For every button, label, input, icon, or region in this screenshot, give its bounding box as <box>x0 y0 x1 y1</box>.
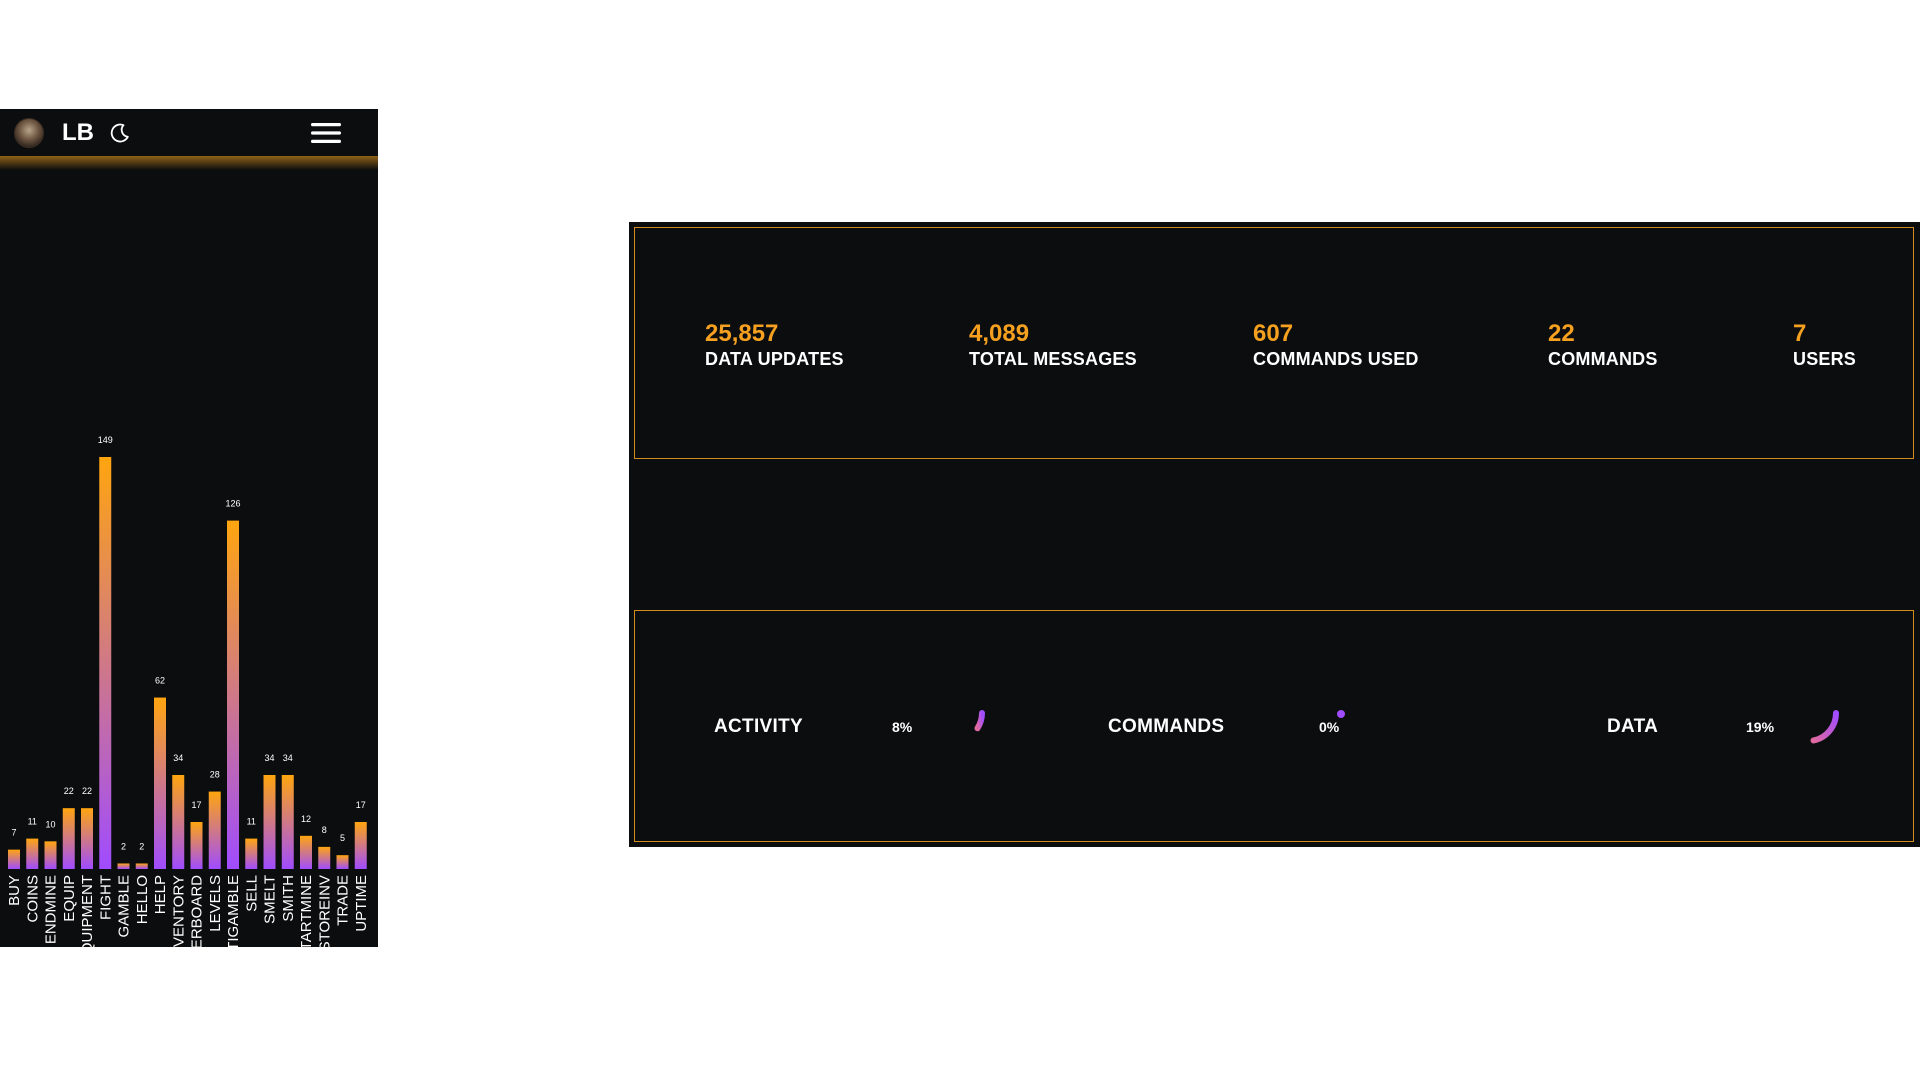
bar-value-label: 2 <box>139 841 144 851</box>
chart-bar[interactable] <box>281 774 294 869</box>
progress-gauge-activity <box>974 710 985 732</box>
category-label: INVENTORY <box>170 875 187 947</box>
chart-bar[interactable] <box>300 835 312 869</box>
bar-value-label: 17 <box>191 800 201 810</box>
category-label: SELL <box>243 875 260 912</box>
category-label: GAMBLE <box>116 875 133 938</box>
progress-gauge-data <box>1810 710 1839 744</box>
dashboard-panel: 25,857 DATA UPDATES 4,089 TOTAL MESSAGES… <box>629 222 1920 847</box>
chart-bar[interactable] <box>336 855 349 869</box>
stat-value: 25,857 <box>705 320 779 347</box>
top-navbar: LB <box>0 109 378 157</box>
category-label: EQUIP <box>61 875 78 922</box>
chart-bar[interactable] <box>117 863 130 869</box>
stat-value: 4,089 <box>969 320 1030 347</box>
stat-value: 7 <box>1793 320 1807 347</box>
category-label: UPTIME <box>353 875 370 932</box>
progress-card: ACTIVITY 8% COMMANDS 0% DATA 19% <box>634 610 1914 842</box>
bar-value-label: 8 <box>322 825 327 835</box>
category-label: FIGHT <box>97 875 114 920</box>
category-label: STARTMINE <box>298 875 315 947</box>
bar-value-label: 28 <box>210 770 220 780</box>
chart-bar[interactable] <box>318 846 331 869</box>
progress-gauge-commands <box>1337 710 1345 718</box>
chart-bar[interactable] <box>44 841 57 869</box>
stat-data-updates: 25,857 DATA UPDATES <box>705 320 844 370</box>
gauge-arc <box>974 710 985 732</box>
app-title: LB <box>62 119 94 146</box>
progress-label-data: DATA <box>1607 716 1659 737</box>
category-label: HELP <box>152 875 169 914</box>
bar-value-label: 10 <box>45 819 55 829</box>
chart-bar[interactable] <box>354 821 367 869</box>
bar-value-label: 149 <box>98 435 113 445</box>
bar-value-label: 17 <box>356 800 366 810</box>
stat-label: TOTAL MESSAGES <box>969 349 1137 369</box>
chart-bar[interactable] <box>62 808 75 869</box>
stat-commands-used: 607 COMMANDS USED <box>1253 320 1419 370</box>
chart-bar[interactable] <box>81 808 93 869</box>
chart-bar[interactable] <box>8 849 20 869</box>
bar-value-label: 5 <box>340 833 345 843</box>
bar-value-label: 34 <box>283 753 293 763</box>
progress-label-commands: COMMANDS <box>1108 716 1225 737</box>
bar-value-label: 34 <box>264 753 274 763</box>
commands-bar-chart: 7BUY11COINS10ENDMINE22EQUIP22EQUIPMENT14… <box>6 435 370 947</box>
category-label: SMITH <box>280 875 297 922</box>
chart-bar[interactable] <box>208 791 221 869</box>
chart-bar[interactable] <box>172 774 185 869</box>
bar-value-label: 7 <box>11 828 16 838</box>
stat-value: 607 <box>1253 320 1294 347</box>
category-label: EQUIPMENT <box>79 875 96 947</box>
bar-value-label: 22 <box>82 786 92 796</box>
moon-icon[interactable] <box>108 121 132 145</box>
gauge-dot <box>1337 710 1345 718</box>
category-label: LEVELS <box>207 875 224 932</box>
bar-value-label: 2 <box>121 841 126 851</box>
stat-commands: 22 COMMANDS <box>1548 320 1658 370</box>
mobile-panel: LB 7 BUY 11 COINS 10 ENDMINE 22 EQUIP 22 EQUIPMEN… <box>0 109 378 947</box>
gauge-arc <box>1810 710 1839 744</box>
bar-value-label: 22 <box>64 786 74 796</box>
category-label: TRADE <box>335 875 352 926</box>
bar-value-label: 12 <box>301 814 311 824</box>
avatar[interactable] <box>14 118 44 148</box>
category-label: HELLO <box>134 875 151 924</box>
chart-bar[interactable] <box>99 457 112 869</box>
bar-value-label: 11 <box>28 817 37 827</box>
category-label: LEADERBOARD <box>189 875 206 947</box>
stat-value: 22 <box>1548 320 1575 347</box>
stats-card: 25,857 DATA UPDATES 4,089 TOTAL MESSAGES… <box>634 227 1914 459</box>
chart-bar[interactable] <box>26 838 39 869</box>
stat-label: COMMANDS <box>1548 349 1658 369</box>
chart-bar[interactable] <box>135 863 148 869</box>
category-label: STOREINV <box>316 875 333 947</box>
stat-label: COMMANDS USED <box>1253 349 1419 369</box>
stat-label: DATA UPDATES <box>705 349 844 369</box>
bar-value-label: 34 <box>173 753 183 763</box>
bar-value-label: 11 <box>247 817 256 827</box>
hamburger-menu-icon[interactable] <box>310 119 342 147</box>
chart-bar[interactable] <box>245 838 258 869</box>
category-label: BUY <box>6 875 23 906</box>
chart-bar[interactable] <box>263 774 276 869</box>
category-label: MULTIGAMBLE <box>225 875 242 947</box>
progress-label-activity: ACTIVITY <box>714 716 803 737</box>
chart-bar[interactable] <box>190 821 203 869</box>
bar-value-label: 126 <box>225 499 240 509</box>
category-label: ENDMINE <box>43 875 60 944</box>
bar-value-label: 62 <box>155 676 165 686</box>
navbar-glow <box>0 156 378 170</box>
category-label: COINS <box>24 875 41 923</box>
stat-label: USERS <box>1793 349 1857 369</box>
stat-total-messages: 4,089 TOTAL MESSAGES <box>969 320 1137 370</box>
chart-bar[interactable] <box>227 520 239 869</box>
category-label: SMELT <box>262 875 279 924</box>
chart-bar[interactable] <box>154 697 166 869</box>
stat-users: 7 USERS <box>1793 320 1856 370</box>
